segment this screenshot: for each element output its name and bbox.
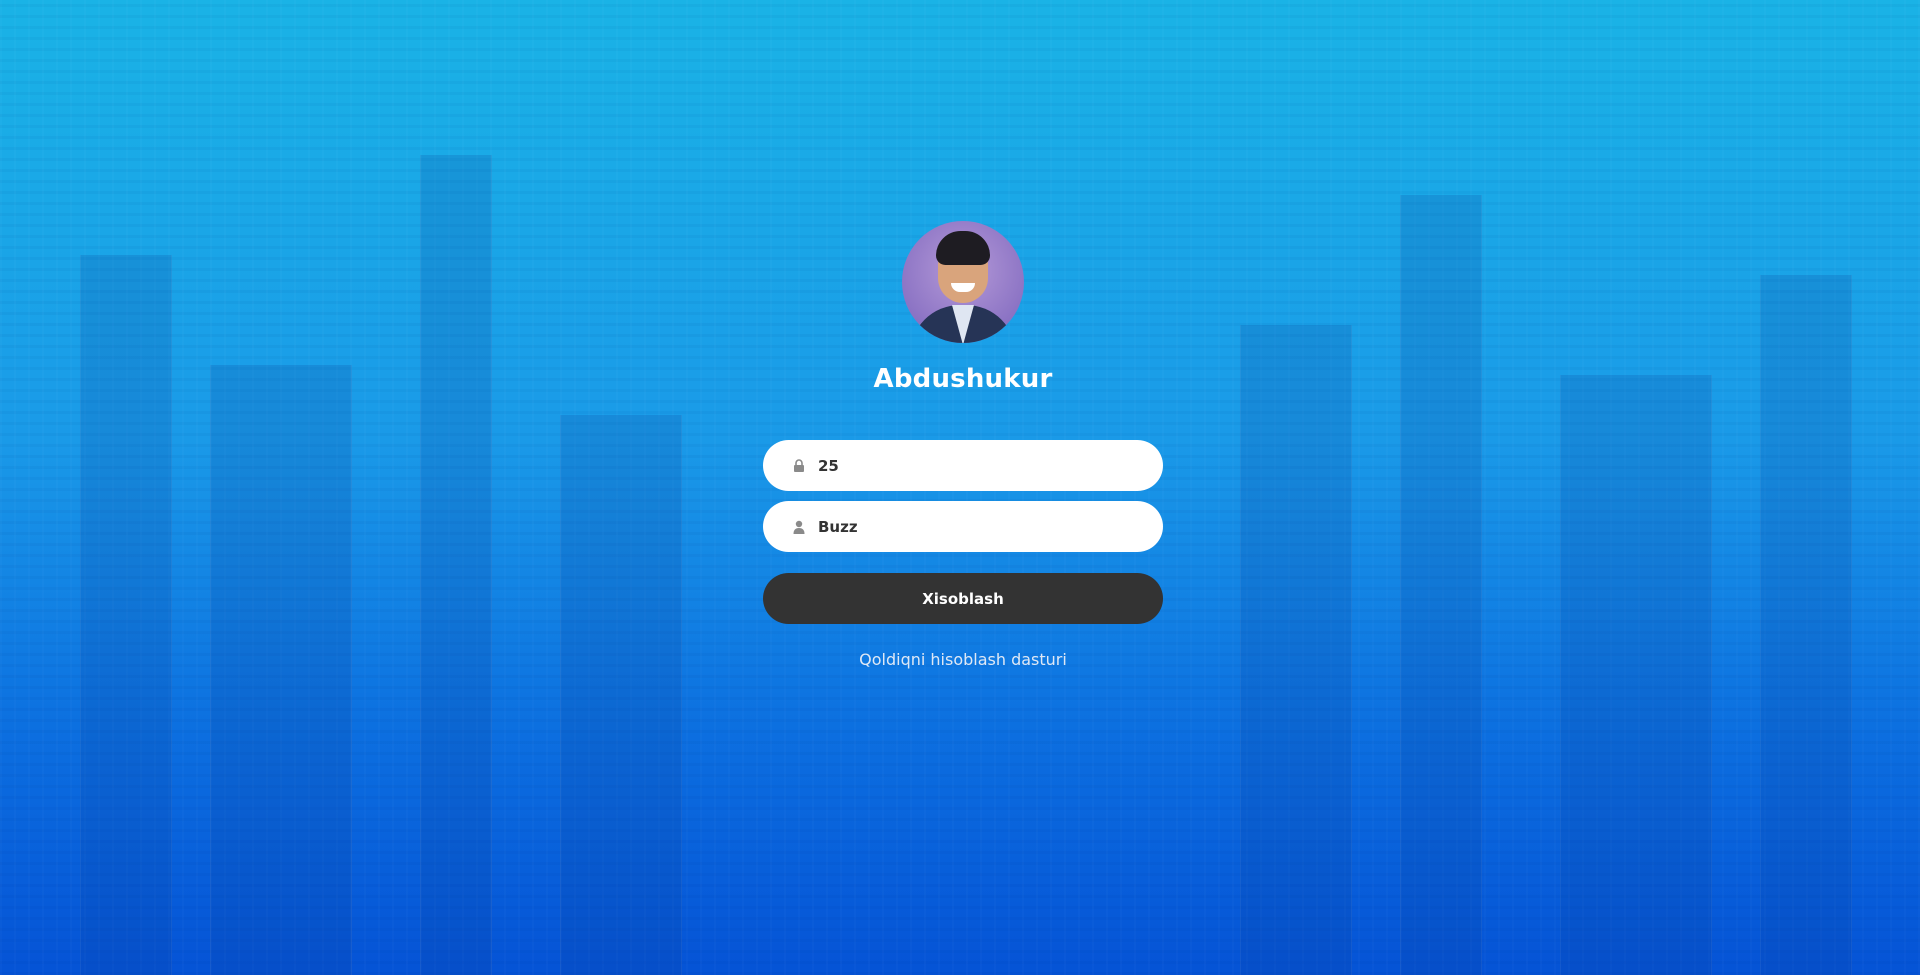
lock-icon	[792, 459, 806, 473]
app-caption: Qoldiqni hisoblash dasturi	[859, 650, 1067, 669]
text-field[interactable]	[763, 501, 1163, 552]
background-building	[560, 415, 682, 975]
login-card: Abdushukur Xisoblash Qoldiqni hisoblash …	[763, 221, 1163, 669]
background-building	[1400, 195, 1482, 975]
calculate-button[interactable]: Xisoblash	[763, 573, 1163, 624]
number-input[interactable]	[818, 456, 1118, 475]
number-field[interactable]	[763, 440, 1163, 491]
user-icon	[792, 520, 806, 534]
background-building	[1240, 325, 1352, 975]
avatar	[902, 221, 1024, 343]
background-building	[1560, 375, 1712, 975]
background-building	[80, 255, 172, 975]
background-building	[1760, 275, 1852, 975]
login-page: Abdushukur Xisoblash Qoldiqni hisoblash …	[0, 0, 1920, 975]
profile-name: Abdushukur	[873, 364, 1053, 394]
text-input[interactable]	[818, 517, 1118, 536]
background-building	[210, 365, 352, 975]
background-building	[420, 155, 492, 975]
